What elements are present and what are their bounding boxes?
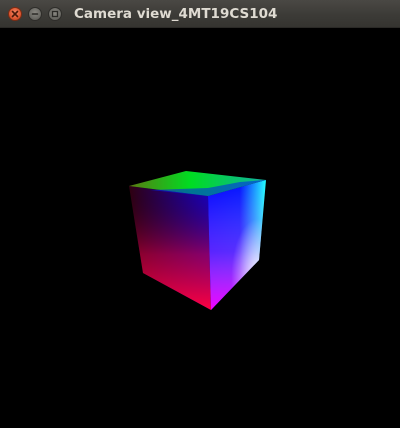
cube-front-face-highlight [208, 180, 266, 310]
maximize-button[interactable] [48, 7, 62, 21]
window-title: Camera view_4MT19CS104 [74, 6, 278, 22]
close-button[interactable] [8, 7, 22, 21]
close-icon [11, 10, 19, 18]
camera-viewport[interactable] [0, 28, 400, 428]
cube-scene [129, 171, 266, 310]
minimize-button[interactable] [28, 7, 42, 21]
minimize-icon [31, 13, 39, 15]
maximize-icon [51, 10, 59, 18]
application-window: Camera view_4MT19CS104 [0, 0, 400, 428]
cube-left-face-shade [129, 186, 211, 310]
title-bar[interactable]: Camera view_4MT19CS104 [0, 0, 400, 28]
